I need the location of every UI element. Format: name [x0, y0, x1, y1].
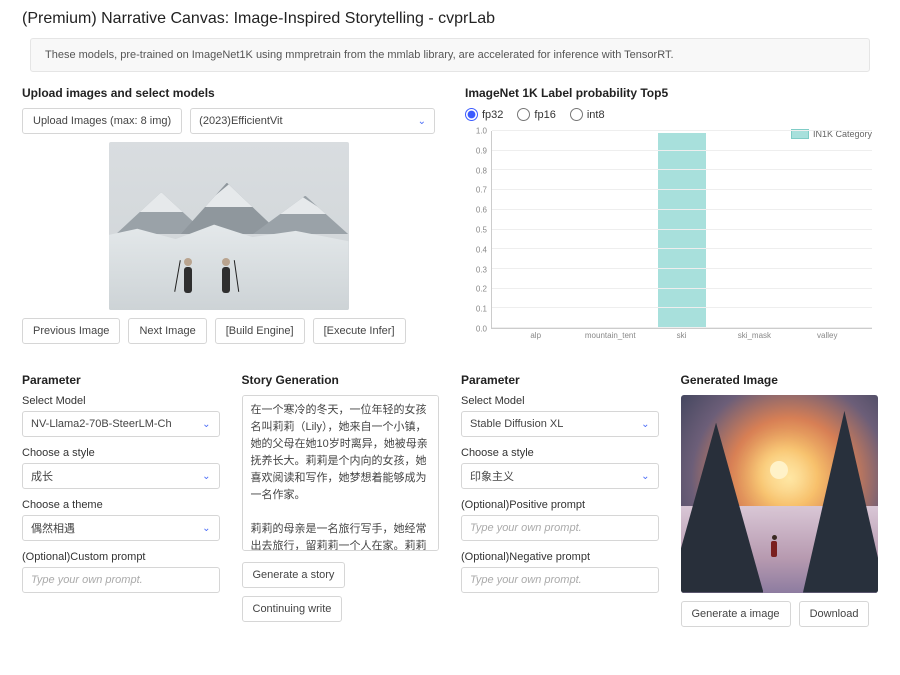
chart-plot-area	[491, 131, 872, 329]
next-image-button[interactable]: Next Image	[128, 318, 206, 344]
positive-prompt-input[interactable]	[461, 515, 659, 541]
negative-prompt-input[interactable]	[461, 567, 659, 593]
y-tick: 0.4	[476, 245, 487, 254]
generate-story-button[interactable]: Generate a story	[242, 562, 346, 588]
y-tick: 0.1	[476, 305, 487, 314]
chart-x-axis: alp mountain_tent ski ski_mask valley	[491, 331, 872, 347]
precision-radio-group: fp32 fp16 int8	[465, 108, 878, 121]
image-preview	[109, 142, 349, 310]
generated-image-title: Generated Image	[681, 373, 879, 387]
story-parameter-title: Parameter	[22, 373, 220, 387]
generate-image-button[interactable]: Generate a image	[681, 601, 791, 627]
story-parameter-panel: Parameter Select Model NV-Llama2-70B-Ste…	[22, 373, 220, 627]
story-model-label: Select Model	[22, 395, 220, 407]
y-tick: 0.7	[476, 186, 487, 195]
story-textarea[interactable]	[242, 395, 440, 551]
continuing-write-button[interactable]: Continuing write	[242, 596, 343, 622]
generated-image	[681, 395, 879, 593]
story-model-value: NV-Llama2-70B-SteerLM-Ch	[31, 418, 172, 430]
x-label: ski_mask	[731, 331, 778, 347]
y-tick: 0.8	[476, 166, 487, 175]
story-generation-title: Story Generation	[242, 373, 440, 387]
y-tick: 0.0	[476, 325, 487, 334]
story-style-value: 成长	[31, 468, 53, 484]
chevron-down-icon: ⌄	[418, 116, 426, 127]
story-style-select[interactable]: 成长 ⌄	[22, 463, 220, 489]
precision-radio-fp32[interactable]: fp32	[465, 108, 503, 121]
page-title: (Premium) Narrative Canvas: Image-Inspir…	[22, 10, 878, 28]
y-tick: 0.5	[476, 226, 487, 235]
chevron-down-icon: ⌄	[202, 419, 210, 430]
image-parameter-panel: Parameter Select Model Stable Diffusion …	[461, 373, 659, 627]
y-tick: 0.3	[476, 265, 487, 274]
probability-chart: IN1K Category 0.00.10.20.30.40.50.60.70.…	[465, 127, 878, 347]
y-tick: 1.0	[476, 127, 487, 136]
chart-y-axis: 0.00.10.20.30.40.50.60.70.80.91.0	[465, 131, 491, 329]
build-engine-button[interactable]: [Build Engine]	[215, 318, 305, 344]
info-banner: These models, pre-trained on ImageNet1K …	[30, 38, 870, 72]
chevron-down-icon: ⌄	[202, 471, 210, 482]
negative-prompt-label: (Optional)Negative prompt	[461, 551, 659, 563]
image-model-value: Stable Diffusion XL	[470, 418, 563, 430]
story-theme-value: 偶然相遇	[31, 520, 75, 536]
precision-radio-fp16[interactable]: fp16	[517, 108, 555, 121]
story-generation-panel: Story Generation Generate a story Contin…	[242, 373, 440, 627]
download-image-button[interactable]: Download	[799, 601, 870, 627]
x-label: ski	[658, 331, 705, 347]
model-select-value: (2023)EfficientVit	[199, 115, 282, 127]
upload-section: Upload images and select models Upload I…	[22, 86, 435, 347]
x-label: alp	[512, 331, 559, 347]
upload-section-title: Upload images and select models	[22, 86, 435, 100]
upload-images-button[interactable]: Upload Images (max: 8 img)	[22, 108, 182, 134]
y-tick: 0.6	[476, 206, 487, 215]
image-style-select[interactable]: 印象主义 ⌄	[461, 463, 659, 489]
story-theme-label: Choose a theme	[22, 499, 220, 511]
story-theme-select[interactable]: 偶然相遇 ⌄	[22, 515, 220, 541]
model-select[interactable]: (2023)EfficientVit ⌄	[190, 108, 435, 134]
chevron-down-icon: ⌄	[641, 419, 649, 430]
story-style-label: Choose a style	[22, 447, 220, 459]
previous-image-button[interactable]: Previous Image	[22, 318, 120, 344]
positive-prompt-label: (Optional)Positive prompt	[461, 499, 659, 511]
chevron-down-icon: ⌄	[641, 471, 649, 482]
bar-ski	[658, 133, 705, 328]
custom-prompt-input[interactable]	[22, 567, 220, 593]
probability-section-title: ImageNet 1K Label probability Top5	[465, 86, 878, 100]
chevron-down-icon: ⌄	[202, 523, 210, 534]
generated-image-panel: Generated Image Generate a image Downloa…	[681, 373, 879, 627]
y-tick: 0.2	[476, 285, 487, 294]
execute-infer-button[interactable]: [Execute Infer]	[313, 318, 406, 344]
story-model-select[interactable]: NV-Llama2-70B-SteerLM-Ch ⌄	[22, 411, 220, 437]
image-style-value: 印象主义	[470, 468, 514, 484]
x-label: valley	[804, 331, 851, 347]
precision-radio-int8[interactable]: int8	[570, 108, 605, 121]
image-style-label: Choose a style	[461, 447, 659, 459]
probability-section: ImageNet 1K Label probability Top5 fp32f…	[465, 86, 878, 347]
image-parameter-title: Parameter	[461, 373, 659, 387]
x-label: mountain_tent	[585, 331, 632, 347]
image-model-select[interactable]: Stable Diffusion XL ⌄	[461, 411, 659, 437]
image-model-label: Select Model	[461, 395, 659, 407]
y-tick: 0.9	[476, 146, 487, 155]
custom-prompt-label: (Optional)Custom prompt	[22, 551, 220, 563]
